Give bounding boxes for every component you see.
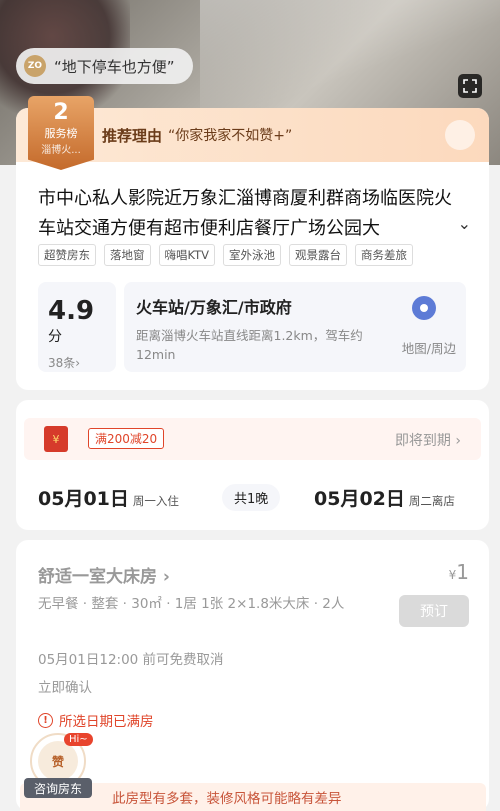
feature-tag: 嗨唱KTV	[158, 244, 216, 266]
price-value: 1	[456, 560, 469, 584]
coupon-expiry-link[interactable]: 即将到期 ›	[395, 430, 461, 450]
map-pin-icon[interactable]	[412, 296, 436, 320]
checkin-date[interactable]: 05月01日 周一入住	[38, 484, 179, 511]
feature-tag: 观景露台	[289, 244, 348, 266]
map-link[interactable]: 地图/周边	[402, 338, 456, 357]
rating-unit: 分	[48, 329, 62, 345]
ranking-subtitle: 淄博火...	[41, 145, 81, 156]
checkout-date-value: 05月02日	[314, 488, 405, 510]
ranking-name: 服务榜	[44, 127, 78, 140]
nights-count: 共1晚	[222, 484, 281, 511]
contact-host-button[interactable]: 咨询房东	[24, 778, 92, 798]
rating-score: 4.9	[48, 296, 95, 326]
book-button[interactable]: 预订	[399, 595, 469, 627]
red-envelope-icon: ¥	[44, 426, 68, 452]
ranking-badge[interactable]: 2 服务榜 淄博火...	[28, 96, 94, 170]
checkin-weekday: 周一入住	[132, 494, 179, 508]
cancel-policy: 05月01日12:00 前可免费取消	[38, 652, 224, 668]
host-avatar-logo: 赞	[38, 741, 78, 781]
room-description: 无早餐 · 整套 · 30㎡ · 1居 1张 2×1.8米大床 · 2人	[38, 596, 345, 612]
coupon-tag: 满200减20	[88, 428, 165, 449]
hotel-title: 市中心私人影院近万象汇淄博商厦利群商场临医院火车站交通方便有超市便利店餐厅广场公…	[38, 188, 452, 239]
recommend-reason-quote: “你家我家不如赞+”	[168, 128, 293, 144]
feature-tags: 超赞房东 落地窗 嗨唱KTV 室外泳池 观景露台 商务差旅	[38, 244, 414, 266]
brand-logo-icon: ZO	[24, 55, 46, 77]
room-price: ¥1	[449, 560, 469, 584]
ranking-number: 2	[53, 100, 69, 125]
sold-out-notice: ! 所选日期已满房	[38, 710, 154, 730]
checkout-weekday: 周二离店	[408, 494, 455, 508]
warning-icon: !	[38, 712, 53, 728]
feature-tag: 落地窗	[104, 244, 151, 266]
checkout-date[interactable]: 05月02日 周二离店	[314, 484, 455, 511]
review-count-link[interactable]: 38条›	[48, 354, 106, 371]
chevron-down-icon[interactable]: ⌄	[458, 214, 471, 233]
location-distance: 距离淄博火车站直线距离1.2km，驾车约12min	[136, 328, 363, 362]
hi-badge: Hi~	[64, 733, 93, 746]
checkin-date-value: 05月01日	[38, 488, 129, 510]
room-card: 舒适一室大床房 › ¥1 无早餐 · 整套 · 30㎡ · 1居 1张 2×1.…	[16, 540, 489, 811]
recommend-reason-label: 推荐理由	[102, 126, 163, 145]
feature-tag: 室外泳池	[223, 244, 282, 266]
room-variance-text: 此房型有多套，装修风格可能略有差异	[112, 791, 342, 807]
sold-out-text: 所选日期已满房	[59, 714, 154, 730]
location-name: 火车站/万象汇/市政府	[136, 298, 292, 317]
fullscreen-icon[interactable]	[458, 74, 482, 98]
feature-tag: 超赞房东	[38, 244, 96, 266]
quote-deco-icon	[445, 120, 475, 150]
feature-tag: 商务差旅	[355, 244, 414, 266]
rating-box[interactable]: 4.9 分 38条›	[38, 282, 116, 372]
review-highlight-pill[interactable]: ZO “地下停车也方便”	[16, 48, 193, 84]
location-box[interactable]: 火车站/万象汇/市政府 距离淄博火车站直线距离1.2km，驾车约12min 地图…	[124, 282, 466, 372]
room-name-link[interactable]: 舒适一室大床房 ›	[38, 562, 170, 587]
instant-confirm: 立即确认	[38, 680, 92, 696]
booking-date-card: ¥ 满200减20 即将到期 › 05月01日 周一入住 共1晚 05月02日 周二…	[16, 400, 489, 530]
review-highlight-text: “地下停车也方便”	[54, 57, 175, 76]
